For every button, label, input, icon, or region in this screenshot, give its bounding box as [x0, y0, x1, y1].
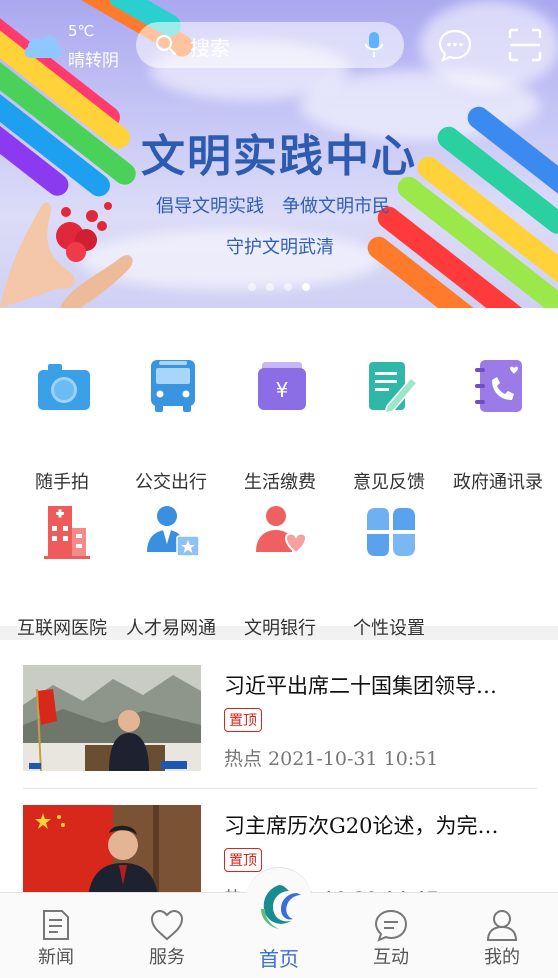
search-input[interactable]: 搜索 [190, 32, 230, 61]
user-icon [486, 910, 518, 941]
bottom-nav: 新闻 服务 首页 互动 我的 [0, 867, 558, 978]
nav-label: 我的 [484, 947, 520, 968]
carousel-dot[interactable] [284, 283, 292, 291]
heart-icon [150, 909, 184, 941]
service-item-camera[interactable]: 随手拍 [7, 346, 117, 493]
settings-tiles-icon [367, 508, 415, 556]
carousel-dot-active[interactable] [302, 283, 310, 291]
carousel-indicator [0, 283, 558, 291]
weather-description: 晴转阴 [68, 51, 119, 71]
home-logo-icon [261, 885, 301, 929]
banner-subtitle-2: 守护文明武清 [226, 237, 334, 258]
service-item-civility-bank[interactable]: 文明银行 [225, 492, 335, 639]
news-item[interactable]: 习近平出席二十国集团领导… 置顶 热点 2021-10-31 10:51 [0, 640, 558, 789]
carousel-dot[interactable] [266, 283, 274, 291]
service-item-phonebook[interactable]: 政府通讯录 [443, 346, 553, 493]
phonebook-icon [475, 360, 522, 412]
search-bar[interactable]: 搜索 [136, 22, 404, 68]
chat-icon [374, 909, 408, 942]
banner-title: 文明实践中心 [141, 131, 417, 182]
heart-user-icon [256, 506, 308, 555]
talent-icon [147, 506, 200, 557]
search-icon [155, 34, 177, 56]
service-item-feedback[interactable]: 意见反馈 [334, 346, 444, 493]
news-thumbnail [23, 805, 201, 892]
nav-item-news[interactable]: 新闻 [0, 893, 112, 978]
feedback-icon [369, 362, 419, 415]
service-item-hospital[interactable]: 互联网医院 [7, 492, 117, 639]
service-item-payment[interactable]: ¥ 生活缴费 [225, 346, 335, 493]
news-thumbnail [23, 665, 201, 771]
camera-icon [38, 364, 90, 410]
mic-icon[interactable] [364, 31, 384, 59]
svg-text:¥: ¥ [276, 378, 289, 402]
wallet-icon: ¥ [258, 362, 306, 410]
carousel-dot[interactable] [248, 283, 256, 291]
service-item-settings[interactable]: 个性设置 [334, 492, 444, 639]
nav-label: 服务 [149, 947, 185, 968]
service-item-talent[interactable]: 人才易网通 [116, 492, 226, 639]
services-grid: 随手拍 公交出行 ¥ 生活缴费 意见反馈 政府通讯录 互联网医院 人才易网通 文… [0, 308, 558, 639]
weather-temperature: 5℃ [68, 22, 95, 40]
pinned-badge: 置顶 [224, 708, 262, 732]
nav-label: 互动 [373, 947, 409, 968]
service-item-bus[interactable]: 公交出行 [116, 346, 226, 493]
bus-icon [151, 360, 195, 412]
nav-label: 新闻 [38, 947, 74, 968]
nav-item-profile[interactable]: 我的 [446, 893, 558, 978]
nav-item-services[interactable]: 服务 [111, 893, 223, 978]
cloud-icon [24, 35, 62, 58]
nav-item-home[interactable]: 首页 [223, 885, 335, 978]
hospital-icon [44, 506, 90, 559]
pinned-badge: 置顶 [224, 848, 262, 872]
banner-subtitle: 倡导文明实践 争做文明市民 [156, 196, 390, 217]
news-meta: 热点 2021-10-31 10:51 [224, 748, 439, 770]
news-icon [43, 910, 69, 940]
weather-widget[interactable]: 5℃ 晴转阴 [22, 20, 132, 72]
news-title[interactable]: 习主席历次G20论述，为完… [224, 810, 536, 840]
app-screen: 文明实践中心 倡导文明实践 争做文明市民 守护文明武清 5℃ 晴转阴 搜索 随手… [0, 0, 558, 978]
scan-icon[interactable] [508, 28, 542, 62]
news-title[interactable]: 习近平出席二十国集团领导… [224, 670, 536, 700]
service-label: 政府通讯录 [453, 472, 543, 493]
nav-item-interaction[interactable]: 互动 [335, 893, 447, 978]
service-label: 个性设置 [353, 618, 425, 639]
nav-label-active: 首页 [259, 947, 299, 971]
news-list: 习近平出席二十国集团领导… 置顶 热点 2021-10-31 10:51 习主席… [0, 640, 558, 892]
message-icon[interactable] [438, 28, 472, 62]
